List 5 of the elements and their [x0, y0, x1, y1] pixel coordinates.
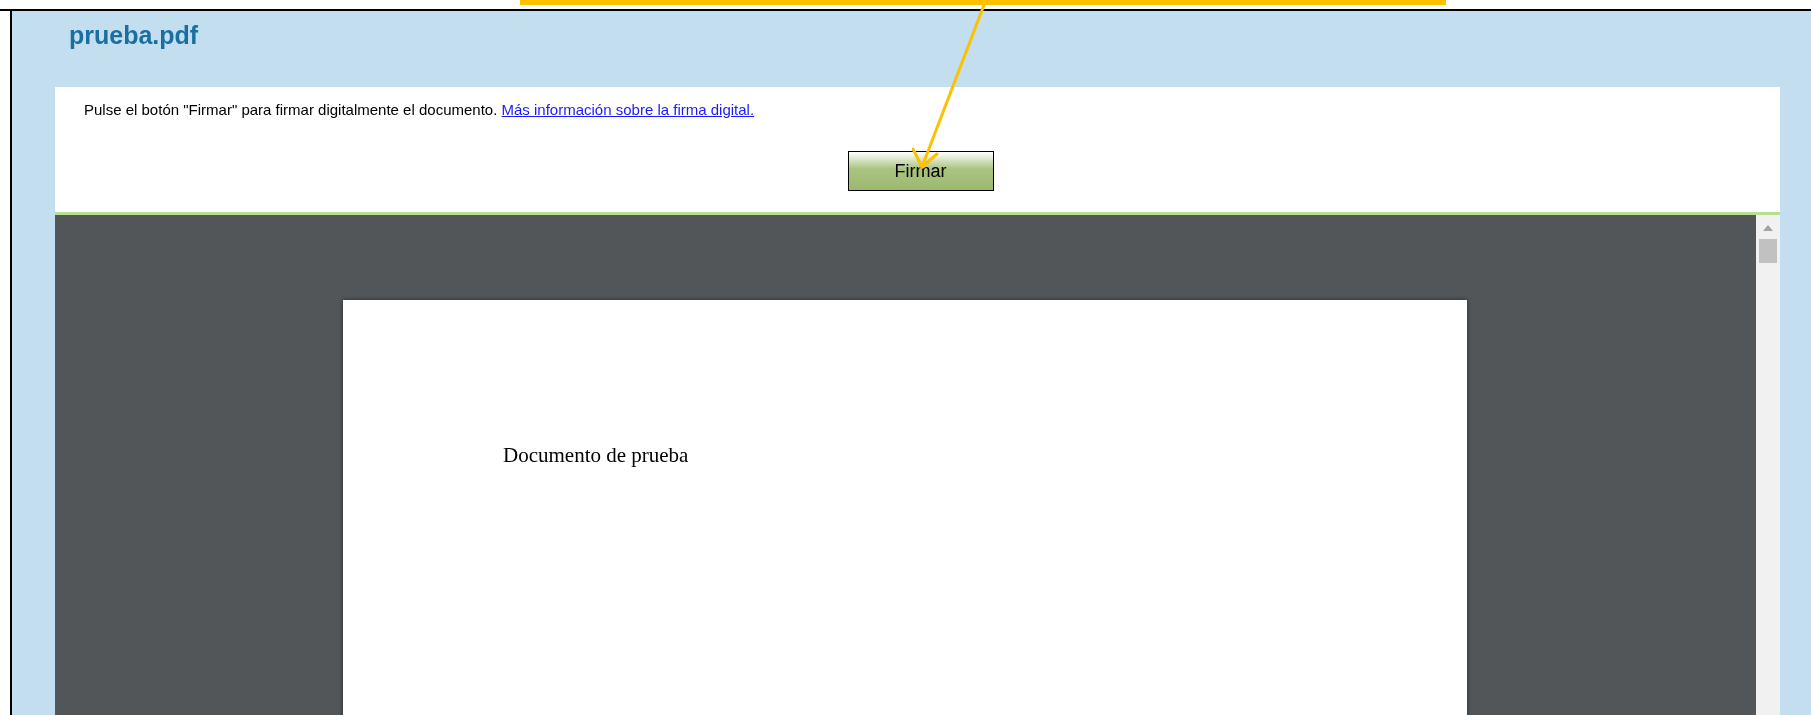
- info-link[interactable]: Más información sobre la firma digital.: [501, 101, 755, 118]
- page-title: prueba.pdf: [68, 20, 200, 51]
- instruction-text: Pulse el botón "Firmar" para firmar digitalmente el documento.: [84, 101, 498, 118]
- document-text: Documento de prueba: [503, 443, 690, 468]
- sign-button[interactable]: Firmar: [847, 151, 994, 191]
